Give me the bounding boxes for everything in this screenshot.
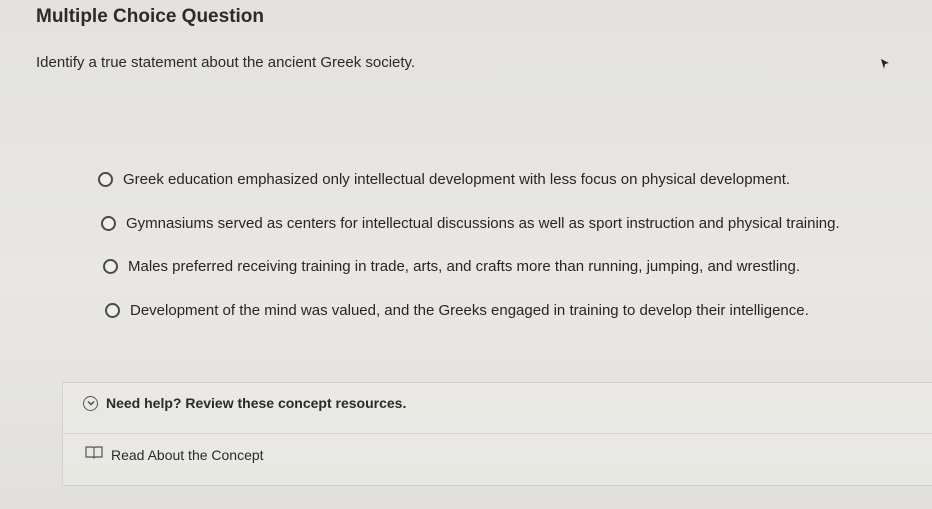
answer-options: Greek education emphasized only intellec… — [98, 158, 918, 332]
help-panel: Need help? Review these concept resource… — [62, 382, 932, 486]
book-icon — [85, 445, 103, 464]
read-concept-link[interactable]: Read About the Concept — [85, 445, 264, 464]
answer-option-2[interactable]: Gymnasiums served as centers for intelle… — [98, 202, 918, 246]
question-heading: Multiple Choice Question — [36, 6, 265, 27]
answer-option-4[interactable]: Development of the mind was valued, and … — [98, 289, 918, 333]
radio-button[interactable] — [101, 215, 116, 231]
answer-option-1[interactable]: Greek education emphasized only intellec… — [98, 158, 918, 202]
answer-option-label: Gymnasiums served as centers for intelle… — [126, 214, 840, 232]
radio-button[interactable] — [103, 259, 118, 275]
answer-option-label: Greek education emphasized only intellec… — [123, 171, 791, 189]
question-page: Multiple Choice Question Identify a true… — [0, 0, 932, 509]
chevron-down-icon[interactable] — [83, 395, 98, 411]
help-toggle-label: Need help? Review these concept resource… — [106, 395, 407, 411]
radio-button[interactable] — [105, 302, 120, 318]
help-divider — [63, 433, 932, 434]
answer-option-3[interactable]: Males preferred receiving training in tr… — [98, 245, 918, 289]
question-prompt: Identify a true statement about the anci… — [36, 54, 416, 71]
mouse-cursor-icon — [880, 57, 890, 75]
answer-option-label: Development of the mind was valued, and … — [130, 301, 809, 319]
read-concept-label: Read About the Concept — [111, 446, 264, 463]
help-toggle[interactable]: Need help? Review these concept resource… — [83, 395, 406, 411]
radio-button[interactable] — [98, 172, 113, 188]
answer-option-label: Males preferred receiving training in tr… — [128, 258, 801, 276]
